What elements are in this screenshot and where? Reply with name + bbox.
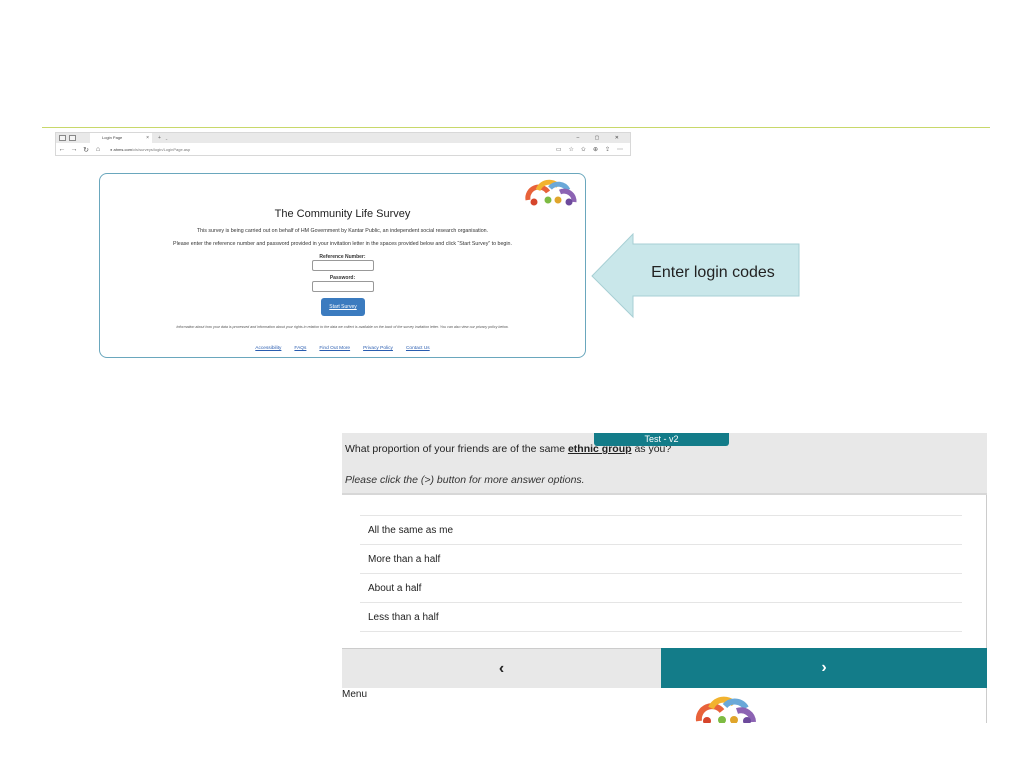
community-life-logo-icon [695,696,756,723]
back-icon[interactable]: ← [56,146,68,153]
next-button[interactable]: › [661,648,987,688]
community-life-logo-icon [525,179,577,206]
question-prefix: What proportion of your friends are of t… [345,443,568,455]
previous-button[interactable]: ‹ [342,648,661,688]
address-bar: ← → ↻ ⌂ ● ahms.com/cls/surveys/login/Log… [56,143,630,156]
url-field[interactable]: ● ahms.com/cls/surveys/login/LoginPage.a… [110,147,556,152]
refresh-icon[interactable]: ↻ [80,146,92,154]
tab-dropdown-icon[interactable]: ⌄ [165,136,168,141]
more-icon[interactable]: ⋯ [617,146,623,153]
footer-link-privacy-policy[interactable]: Privacy Policy [363,346,393,351]
tab-list-icon[interactable] [69,135,76,141]
favorite-star-icon[interactable]: ☆ [569,146,574,153]
reference-number-input[interactable] [312,260,374,271]
slide-top-rule [42,127,990,128]
browser-window: Login Page × + ⌄ – ▢ ✕ ← → ↻ ⌂ ● ahms.co… [55,132,631,156]
chevron-left-icon: ‹ [498,660,505,677]
survey-title: The Community Life Survey [274,208,411,220]
browser-tab-bar: Login Page × + ⌄ – ▢ ✕ [56,133,630,143]
data-privacy-info: Information about how your data is proce… [176,325,509,329]
tab-actions-icon[interactable] [59,135,66,141]
window-controls[interactable]: – ▢ ✕ [577,133,626,143]
lock-icon: ● [110,147,113,152]
login-instruction: Please enter the reference number and pa… [173,241,512,247]
answer-option[interactable]: All the same as me [360,516,962,545]
tab-close-icon[interactable]: × [146,133,149,143]
login-card: The Community Life Survey This survey is… [99,173,586,358]
url-host: ahms.com [113,147,132,152]
reading-view-icon[interactable]: ▭ [556,146,562,153]
answer-options-list: All the same as me More than a half Abou… [360,515,962,632]
pen-icon[interactable]: ⊕ [593,146,598,153]
footer-links: Accessibility FAQs Find Out More Privacy… [100,346,585,351]
answer-option[interactable]: More than a half [360,545,962,574]
callout-text: Enter login codes [651,264,775,281]
favorites-hub-icon[interactable]: ✩ [581,146,586,153]
version-badge: Test - v2 [594,433,729,446]
browser-tab-title: Login Page [102,135,123,140]
question-nav-bar: ‹ › [342,648,987,688]
url-path: /cls/surveys/login/LoginPage.asp [132,147,191,152]
chevron-right-icon: › [821,659,827,676]
home-icon[interactable]: ⌂ [92,146,104,153]
footer-link-accessibility[interactable]: Accessibility [255,346,281,351]
browser-tab[interactable]: Login Page × [90,133,152,143]
footer-link-contact-us[interactable]: Contact Us [406,346,430,351]
share-icon[interactable]: ⇪ [605,146,610,153]
password-input[interactable] [312,281,374,292]
survey-question-panel: What proportion of your friends are of t… [342,433,987,723]
question-hint: Please click the (>) button for more ans… [345,474,585,486]
new-tab-icon[interactable]: + [158,135,161,141]
question-header: What proportion of your friends are of t… [342,433,987,495]
forward-icon[interactable]: → [68,146,80,153]
survey-description: This survey is being carried out on beha… [196,228,489,234]
footer-link-faqs[interactable]: FAQs [294,346,306,351]
menu-button[interactable]: Menu [342,689,367,700]
footer-link-find-out-more[interactable]: Find Out More [319,346,350,351]
answer-option[interactable]: About a half [360,574,962,603]
start-survey-button[interactable]: Start Survey [321,298,365,316]
answer-option[interactable]: Less than a half [360,603,962,632]
